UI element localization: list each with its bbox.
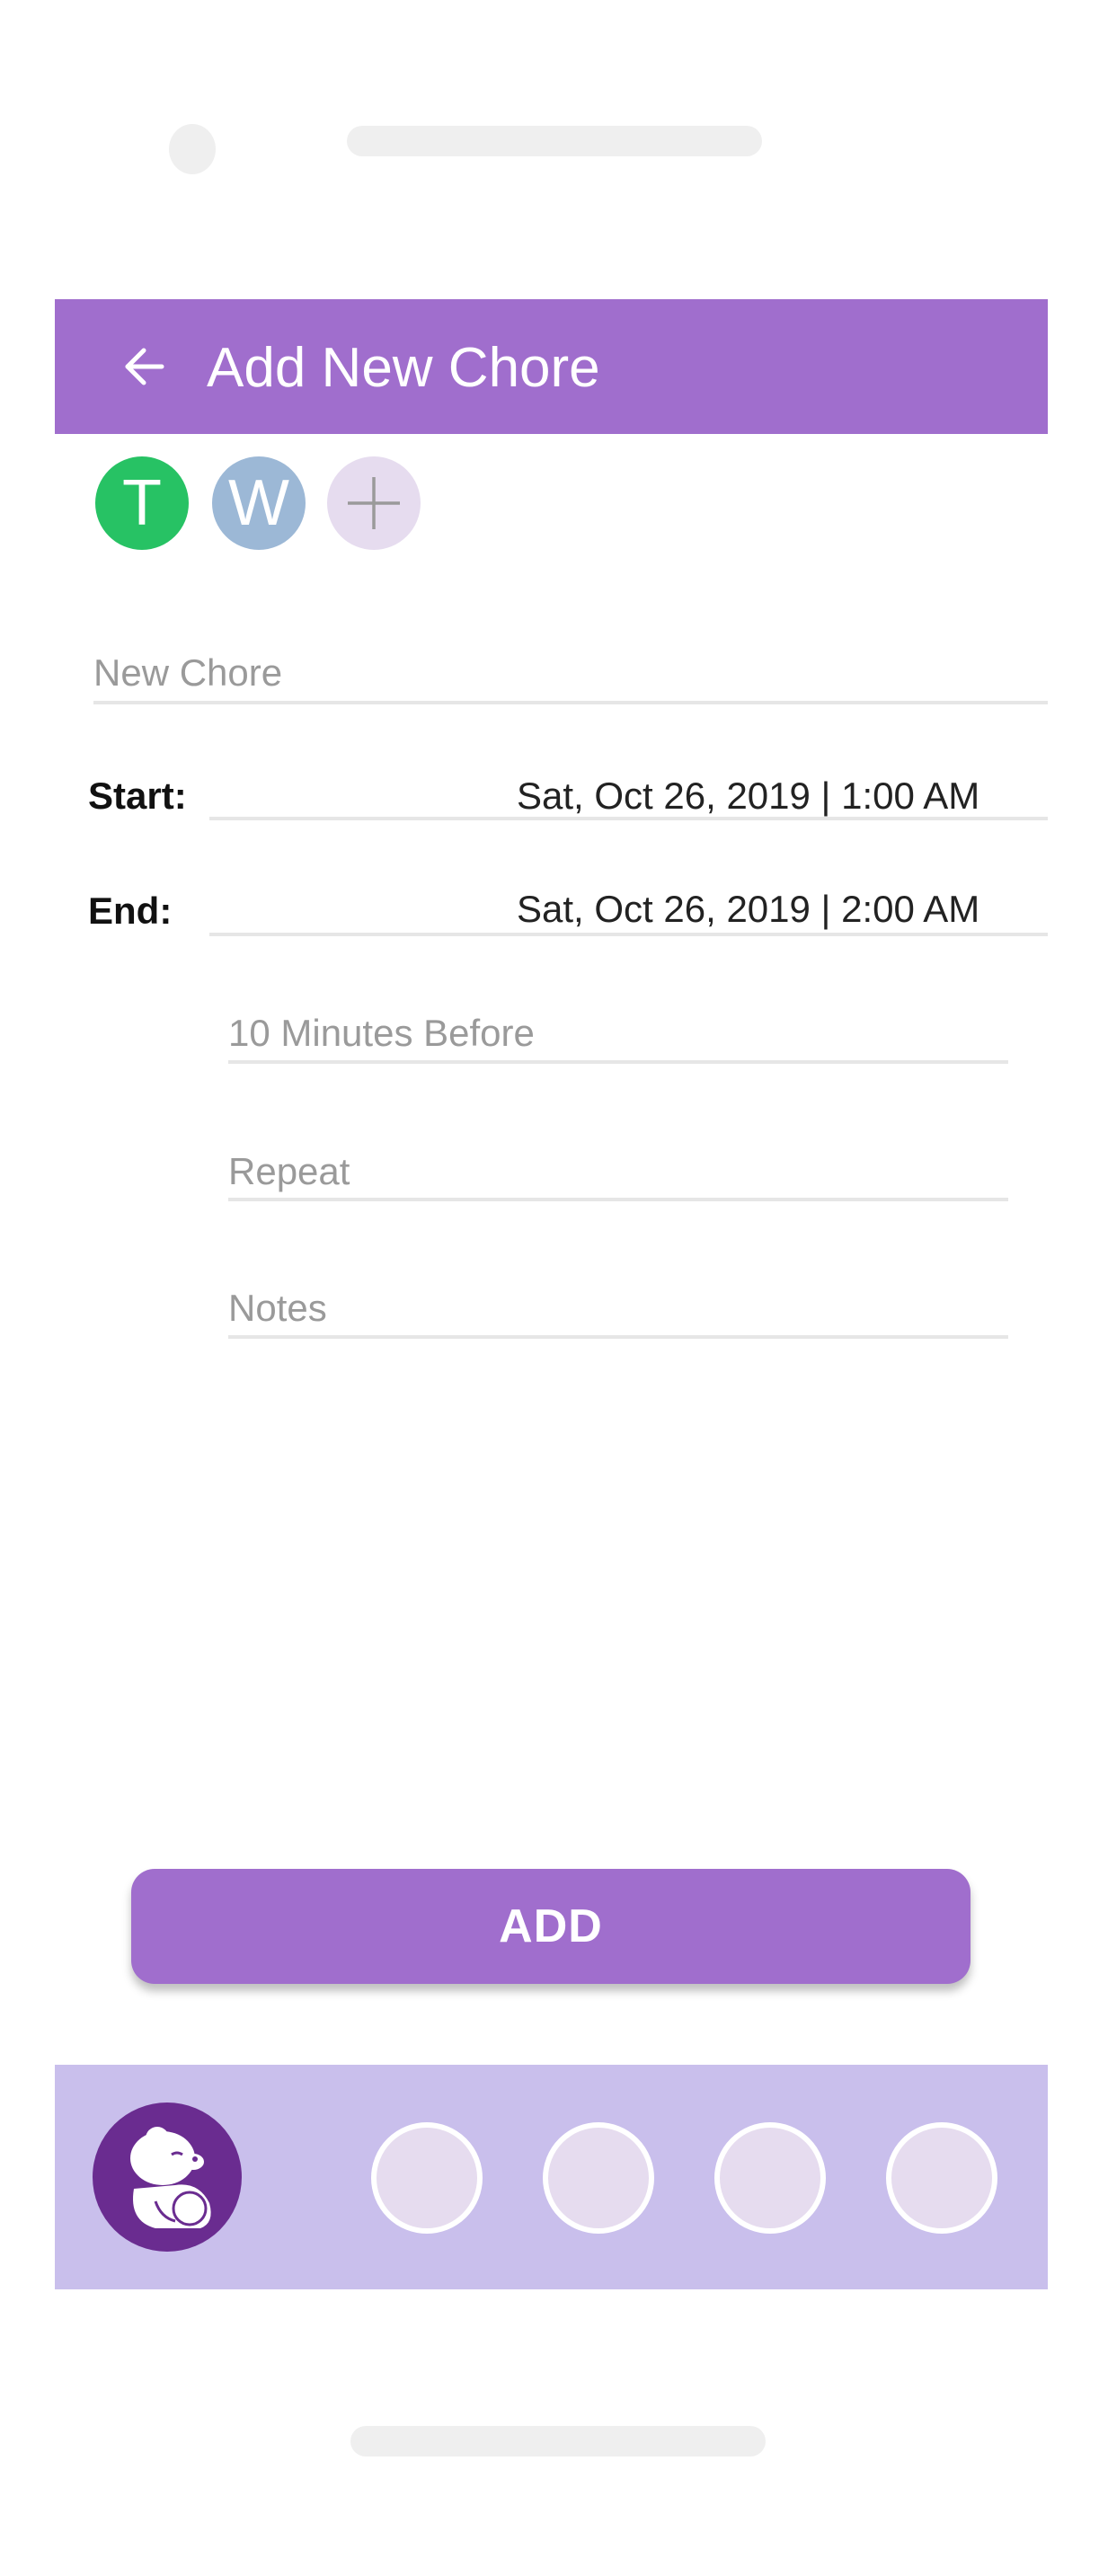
page-title: Add New Chore (207, 337, 600, 399)
add-button[interactable]: ADD (131, 1869, 970, 1984)
add-assignee-button[interactable] (327, 456, 421, 550)
front-camera (169, 124, 216, 174)
chore-name-input[interactable]: New Chore (93, 651, 282, 695)
repeat-underline (228, 1198, 1008, 1201)
notes-field[interactable]: Notes (228, 1287, 327, 1330)
notes-underline (228, 1335, 1008, 1339)
nav-item-3[interactable] (714, 2122, 826, 2234)
home-indicator (350, 2426, 766, 2456)
start-underline (209, 817, 1048, 820)
nav-item-4[interactable] (886, 2122, 997, 2234)
end-datetime-field[interactable]: Sat, Oct 26, 2019 | 2:00 AM (517, 888, 979, 931)
app-screen (55, 299, 1048, 2288)
start-datetime-field[interactable]: Sat, Oct 26, 2019 | 1:00 AM (517, 775, 979, 818)
end-label: End: (88, 890, 173, 932)
plus-icon (348, 477, 400, 529)
assignee-avatar-w[interactable]: W (212, 456, 306, 550)
speaker-grille (347, 126, 762, 156)
reminder-field[interactable]: 10 Minutes Before (228, 1012, 535, 1055)
avatar-initial: W (228, 467, 289, 539)
nav-item-1[interactable] (371, 2122, 483, 2234)
chore-name-underline (93, 701, 1048, 704)
reminder-underline (228, 1060, 1008, 1064)
repeat-field[interactable]: Repeat (228, 1150, 350, 1193)
assignee-avatar-t[interactable]: T (95, 456, 189, 550)
end-underline (209, 933, 1048, 936)
avatar-initial: T (122, 467, 162, 539)
nav-item-2[interactable] (543, 2122, 654, 2234)
teddy-bear-logo-icon[interactable] (93, 2102, 242, 2252)
start-label: Start: (88, 775, 187, 817)
arrow-left-icon[interactable] (117, 337, 171, 396)
